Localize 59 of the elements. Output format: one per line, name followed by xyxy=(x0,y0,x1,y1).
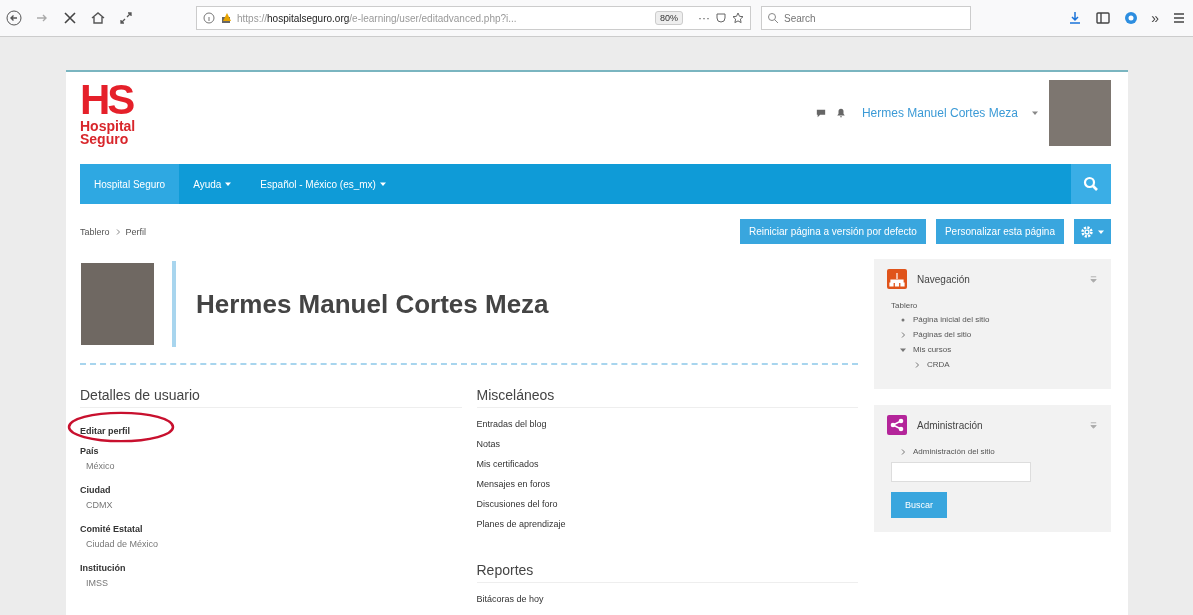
star-icon[interactable] xyxy=(732,12,744,24)
caret-icon[interactable] xyxy=(224,180,233,188)
sitemap-icon xyxy=(887,269,907,289)
field-value: CDMX xyxy=(86,500,113,510)
menu-icon[interactable] xyxy=(1171,10,1187,26)
tree-item[interactable]: Página inicial del sitio xyxy=(913,315,990,324)
profile-link[interactable]: Planes de aprendizaje xyxy=(476,519,566,529)
block-title: Administración xyxy=(917,419,984,431)
gear-icon xyxy=(1080,224,1094,239)
field-value: IMSS xyxy=(86,578,108,588)
extension-icon[interactable] xyxy=(1123,10,1140,26)
block-title: Navegación xyxy=(917,273,971,285)
breadcrumb-link[interactable]: Tablero xyxy=(80,226,110,237)
settings-menu-button[interactable] xyxy=(1074,219,1111,244)
page-actions-button[interactable]: ··· xyxy=(698,11,710,25)
zoom-level[interactable]: 80% xyxy=(655,11,683,25)
sidebar-icon[interactable] xyxy=(1095,10,1112,26)
profile-link[interactable]: Entradas del blog xyxy=(476,419,547,429)
field-value: México xyxy=(86,461,115,471)
tree-item[interactable]: CRDA xyxy=(927,360,950,369)
shield-icon[interactable] xyxy=(715,12,727,24)
section-heading: Reportes xyxy=(476,562,858,583)
info-icon xyxy=(203,12,215,24)
warning-lock-icon xyxy=(220,12,232,24)
expand-icon[interactable] xyxy=(118,10,134,26)
bell-icon[interactable] xyxy=(835,108,846,118)
tree-item[interactable]: Administración del sitio xyxy=(913,447,995,456)
caret-icon[interactable] xyxy=(378,180,387,188)
section-heading: Detalles de usuario xyxy=(80,387,462,408)
tree-item[interactable]: Mis cursos xyxy=(913,345,952,354)
field-label: País xyxy=(80,446,99,456)
profile-link[interactable]: Notas xyxy=(476,439,500,449)
report-link[interactable]: Bitácoras de hoy xyxy=(476,594,544,604)
search-icon xyxy=(767,12,779,24)
field-label: Ciudad xyxy=(80,485,111,495)
profile-link[interactable]: Mensajes en foros xyxy=(476,479,551,489)
field-value: Ciudad de México xyxy=(86,539,159,549)
site-logo[interactable]: HS Hospital Seguro xyxy=(80,80,136,147)
edit-profile-link[interactable]: Editar perfil xyxy=(80,426,130,436)
address-bar[interactable]: https://hospitalseguro.org/e-learning/user/editadvanced.php?i... 80% ··· xyxy=(196,6,751,30)
tree-item[interactable]: Tablero xyxy=(891,301,918,310)
field-label: Comité Estatal xyxy=(80,524,143,534)
search-icon xyxy=(1083,176,1099,192)
admin-search-field[interactable] xyxy=(891,462,1031,482)
section-heading: Misceláneos xyxy=(476,387,858,408)
message-icon[interactable] xyxy=(815,108,826,118)
home-icon[interactable] xyxy=(90,10,106,26)
overflow-button[interactable]: » xyxy=(1151,10,1159,26)
search-button[interactable] xyxy=(1071,164,1111,204)
close-icon[interactable] xyxy=(62,10,78,26)
profile-link[interactable]: Mis certificados xyxy=(476,459,539,469)
field-label: Institución xyxy=(80,563,126,573)
caret-icon[interactable] xyxy=(1031,109,1039,117)
back-icon[interactable] xyxy=(6,10,22,26)
profile-name: Hermes Manuel Cortes Meza xyxy=(196,288,549,320)
profile-link[interactable]: Discusiones del foro xyxy=(476,499,558,509)
tree-item[interactable]: Páginas del sitio xyxy=(913,330,972,339)
browser-search-field[interactable]: Search xyxy=(761,6,971,30)
share-nodes-icon xyxy=(887,415,907,435)
